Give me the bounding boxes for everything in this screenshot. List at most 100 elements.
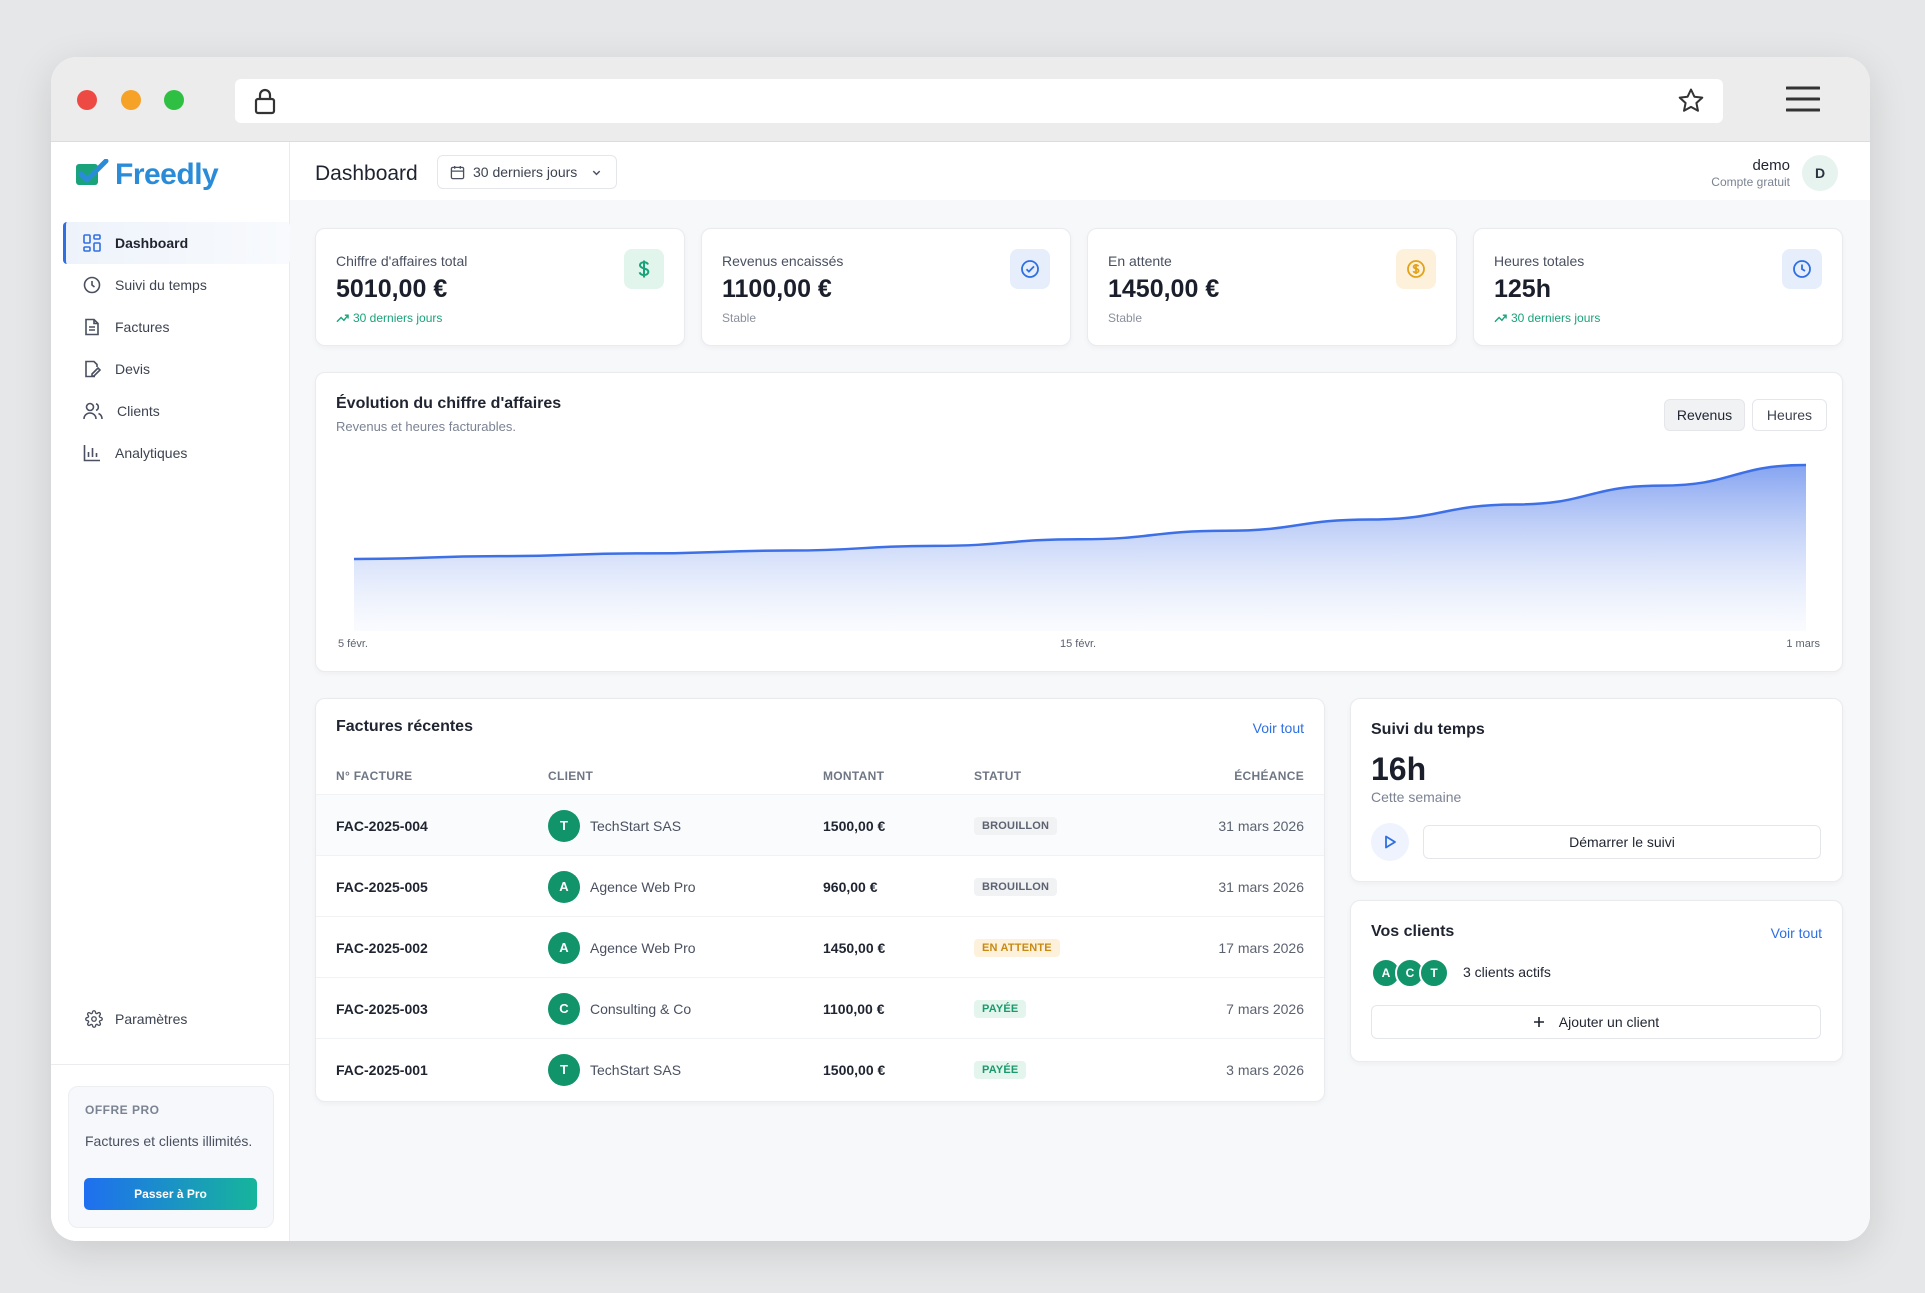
stat-label: Revenus encaissés [722,253,844,269]
invoice-status: PAYÉE [974,1039,1027,1100]
column-header: MONTANT [823,769,885,783]
add-client-button[interactable]: Ajouter un client [1371,1005,1821,1039]
invoice-due-date: 7 mars 2026 [1226,1000,1304,1017]
clock-icon [1782,249,1822,289]
play-button[interactable] [1371,823,1409,861]
invoices-see-all-link[interactable]: Voir tout [1253,720,1304,736]
close-window-button[interactable] [77,90,97,110]
browser-titlebar [51,57,1870,142]
invoice-client: C Consulting & Co [548,978,691,1039]
user-name: demo [1752,157,1790,174]
invoice-client: T TechStart SAS [548,1039,681,1100]
sidebar-item-quotes[interactable]: Devis [63,348,290,390]
sidebar-item-label: Dashboard [115,235,189,251]
trend-up-icon [336,314,349,323]
invoice-amount: 1100,00 € [823,1000,885,1017]
sidebar-item-settings[interactable]: Paramètres [85,1010,187,1028]
client-avatar: T [548,809,580,842]
stat-card-total-revenue: Chiffre d'affaires total 5010,00 € 30 de… [315,228,685,346]
sidebar-item-clients[interactable]: Clients [63,390,290,432]
active-clients-count: 3 clients actifs [1463,964,1551,980]
check-circle-icon [1010,249,1050,289]
calendar-icon [450,165,465,179]
table-row[interactable]: FAC-2025-001 T TechStart SAS 1500,00 € PA… [316,1038,1324,1099]
stat-label: Heures totales [1494,253,1585,269]
client-name: Agence Web Pro [590,878,696,895]
table-row[interactable]: FAC-2025-004 T TechStart SAS 1500,00 € BR… [316,794,1324,855]
revenue-area-fill [354,465,1806,631]
status-badge: EN ATTENTE [974,938,1060,957]
sidebar-item-label: Devis [115,361,151,377]
trend-up-icon [1494,314,1507,323]
client-name: Consulting & Co [590,1000,692,1017]
chevron-down-icon [593,170,601,175]
invoice-due-date: 31 mars 2026 [1218,817,1304,834]
time-tracking-value: 16h [1371,751,1427,787]
add-client-label: Ajouter un client [1558,1014,1660,1030]
sidebar-item-dashboard[interactable]: Dashboard [63,222,290,264]
stat-value: 1450,00 € [1108,275,1220,303]
status-badge: PAYÉE [974,999,1027,1018]
coin-icon [1396,249,1436,289]
sidebar-item-time-tracking[interactable]: Suivi du temps [63,264,290,306]
table-row[interactable]: FAC-2025-002 A Agence Web Pro 1450,00 € E… [316,916,1324,977]
revenue-area-chart [353,463,1807,631]
invoice-amount: 1450,00 € [823,939,886,956]
top-bar: Dashboard 30 derniers jours demo Compte … [290,142,1870,200]
user-plan: Compte gratuit [1711,175,1790,189]
invoice-number: FAC-2025-001 [336,1061,428,1078]
sidebar-item-label: Suivi du temps [115,277,207,293]
start-tracking-button[interactable]: Démarrer le suivi [1423,825,1821,859]
client-name: TechStart SAS [590,817,682,834]
clients-card: Vos clients Voir tout A C T 3 clients ac… [1350,900,1843,1062]
stat-sub-text: 30 derniers jours [1511,311,1601,325]
stat-card-total-hours: Heures totales 125h 30 derniers jours [1473,228,1843,346]
sidebar-item-analytics[interactable]: Analytiques [63,432,290,474]
user-menu[interactable]: demo Compte gratuit D [1711,155,1838,191]
gear-icon [85,1010,103,1028]
time-tracking-title: Suivi du temps [1371,721,1485,738]
pro-offer-label: OFFRE PRO [85,1103,160,1117]
column-header: N° FACTURE [336,769,413,783]
avatar[interactable]: D [1802,155,1838,191]
maximize-window-button[interactable] [164,90,184,110]
upgrade-pro-button[interactable]: Passer à Pro [84,1178,257,1210]
column-header: CLIENT [548,769,594,783]
client-avatar[interactable]: T [1419,958,1449,988]
client-avatar: A [548,931,580,964]
file-icon [85,318,99,336]
stat-sub: 30 derniers jours [1494,311,1600,325]
bookmark-star-icon[interactable] [1677,87,1705,120]
stat-sub: Stable [1108,311,1143,325]
stat-value: 5010,00 € [336,275,448,303]
play-icon [1385,835,1396,849]
invoice-amount: 960,00 € [823,878,878,895]
logo-text: Freedly [115,158,219,191]
sidebar-item-label: Factures [115,319,170,335]
stat-label: En attente [1108,253,1172,269]
sidebar-item-invoices[interactable]: Factures [63,306,290,348]
status-badge: BROUILLON [974,816,1058,835]
table-row[interactable]: FAC-2025-003 C Consulting & Co 1100,00 € … [316,977,1324,1038]
invoice-number: FAC-2025-005 [336,878,428,895]
hamburger-menu-icon[interactable] [1785,85,1821,118]
status-badge: BROUILLON [974,877,1058,896]
bar-chart-icon [83,445,100,462]
column-header: STATUT [974,769,1022,783]
clients-see-all-link[interactable]: Voir tout [1771,925,1822,941]
client-avatar: C [548,992,580,1025]
minimize-window-button[interactable] [121,90,141,110]
date-range-select[interactable]: 30 derniers jours [437,155,617,189]
invoice-amount: 1500,00 € [823,817,886,834]
table-row[interactable]: FAC-2025-005 A Agence Web Pro 960,00 € BR… [316,855,1324,916]
stat-sub-text: 30 derniers jours [353,311,443,325]
invoice-number: FAC-2025-004 [336,817,428,834]
grid-icon [83,234,101,252]
clients-title: Vos clients [1371,923,1455,940]
logo[interactable]: Freedly [75,158,219,192]
stat-label: Chiffre d'affaires total [336,253,468,269]
invoice-client: T TechStart SAS [548,795,681,856]
dollar-icon [624,249,664,289]
edit-document-icon [85,360,101,378]
address-bar[interactable] [235,79,1723,123]
